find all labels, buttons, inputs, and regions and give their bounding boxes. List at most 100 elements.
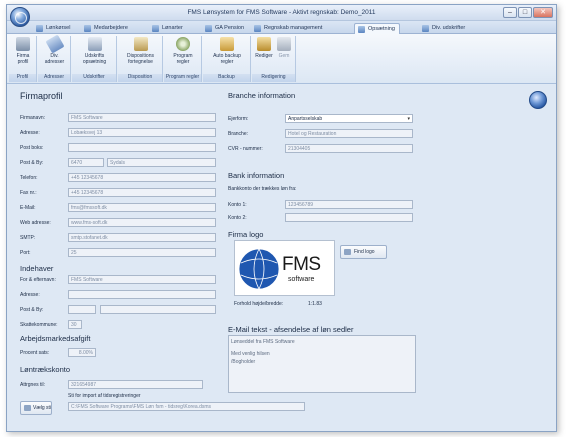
smtp-field[interactable]: smtp.stofanet.dk [68,233,216,242]
payroll-icon [36,25,43,32]
web-label: Web adresse: [20,220,51,226]
branche-field[interactable]: Hotel og Restauration [285,129,413,138]
ribbon: Firma profil Profil Div. adresser Adress… [7,34,556,84]
bank-subtitle: Bankkonto der trækkes løn fra: [228,186,297,192]
close-button[interactable]: ✕ [533,7,553,18]
attrgnes-field[interactable]: 321654987 [68,380,203,389]
rediger-button[interactable]: Rediger [255,37,273,73]
building-icon [16,37,30,51]
smtp-label: SMTP: [20,235,36,241]
postboks-field[interactable] [68,143,216,152]
tab-label: Medarbejdere [94,25,128,31]
firmanavn-field[interactable]: FMS Software [68,113,216,122]
tab-medarbejdere[interactable]: Medarbejdere [81,23,132,34]
button-label: Gem [278,53,290,59]
port-field[interactable]: 25 [68,248,216,257]
ribbon-group-adresser: Div. adresser Adresser [38,34,71,82]
find-logo-button[interactable]: Find logo [340,245,387,259]
button-label: regler [176,59,190,65]
konto1-field[interactable]: 123456789 [285,200,413,209]
firma-profil-button[interactable]: Firma profil [11,37,35,73]
skattekommune-label: Skattekommune: [20,322,58,328]
branche-label: Branche: [228,131,249,137]
gem-button[interactable]: Gem [275,37,293,73]
button-label: Rediger [255,53,273,59]
backup-icon [220,37,234,51]
group-label: Profil [9,74,36,82]
ribbon-group-udskrifter: Udskrifts opsætning Udskrifter [72,36,117,82]
button-label: opsætning [82,59,107,65]
konto2-label: Konto 2: [228,215,247,221]
konto2-field[interactable] [285,213,413,222]
div-adresser-button[interactable]: Div. adresser [40,34,69,73]
tab-label: GA Pension [215,25,245,31]
minimize-button[interactable]: – [503,7,517,18]
navn-field[interactable]: FMS Software [68,275,216,284]
indehaver-postnr-field[interactable] [68,305,96,314]
ratio-value: 1:1.83 [308,301,322,307]
branche-heading: Branche information [228,91,296,100]
chevron-down-icon: ▾ [407,116,410,122]
telefon-field[interactable]: +45 12345678 [68,173,216,182]
tab-regnskab[interactable]: Regnskab management [251,23,326,34]
gears-icon [176,37,190,51]
email-label: E-Mail: [20,205,36,211]
tab-opsaetning[interactable]: Opsætning [354,23,400,34]
import-path-field[interactable]: C:\FMS Software Programs\FMS Løn fsm - t… [68,402,305,411]
postboks-label: Post boks: [20,145,44,151]
ratio-label: Forhold højde/bredde: [234,301,284,307]
tab-loenarter[interactable]: Lønarter [149,23,187,34]
email-text-area[interactable]: Lønseddel fra FMS Software Med venlig hi… [228,335,416,393]
edit-icon [257,37,271,51]
dispositions-fortegnelse-button[interactable]: Dispositions fortegnelse [120,37,161,73]
skattekommune-field[interactable]: 30 [68,320,82,329]
by-field[interactable]: Sydals [107,158,216,167]
button-label: Find logo [354,249,375,255]
auto-backup-regler-button[interactable]: Auto backup regler [207,37,247,73]
indehaver-heading: Indehaver [20,264,54,273]
tab-label: Regnskab management [264,25,323,31]
email-line: /Bogholder [231,359,256,365]
ribbon-group-disposition: Dispositions fortegnelse Disposition [118,36,163,82]
window-title: FMS Lønsystem for FMS Software - Aktivt … [187,9,376,16]
cvr-field[interactable]: 21304405 [285,144,413,153]
settings-icon [358,26,365,33]
ledger-icon [133,37,148,51]
indehaver-by-field[interactable] [100,305,216,314]
button-label: regler [220,59,234,65]
ribbon-group-program-regler: Program regler Program regler [164,36,202,82]
fax-field[interactable]: +45 12345678 [68,188,216,197]
udskrifts-opsaetning-button[interactable]: Udskrifts opsætning [75,37,114,73]
folder-icon [24,405,31,411]
tab-ga-pension[interactable]: GA Pension [202,23,248,34]
email-text-heading: E-Mail tekst - afsendelse af løn sedler [228,325,354,334]
printer-icon [87,37,102,51]
group-label: Udskrifter [72,74,116,82]
procent-sats-field[interactable]: 8.00% [68,348,96,357]
employees-icon [84,25,91,32]
maximize-button[interactable]: □ [518,7,532,18]
bank-heading: Bank information [228,171,285,180]
logo-brand-subtext: software [288,276,315,283]
group-label: Adresser [38,74,70,82]
tab-label: Opsætning [368,26,395,32]
adresse-field[interactable]: Lobæksvej 13 [68,128,216,137]
program-regler-button[interactable]: Program regler [167,37,199,73]
tab-div-udskrifter[interactable]: Div. udskrifter [419,23,469,34]
ejerform-select[interactable]: Anpartsselskab ▾ [285,114,413,123]
tab-loenkoersel[interactable]: Lønkørsel [33,23,74,34]
ejerform-value: Anpartsselskab [288,116,323,122]
postnr-field[interactable]: 6470 [68,158,104,167]
email-line: Lønseddel fra FMS Software [231,339,295,345]
group-label: Disposition [118,74,162,82]
adresse-label: Adresse: [20,130,40,136]
web-field[interactable]: www.fms-soft.dk [68,218,216,227]
ribbon-group-profil: Firma profil Profil [9,36,37,82]
indehaver-adresse-field[interactable] [68,290,216,299]
email-field[interactable]: fms@fmssoft.dk [68,203,216,212]
button-label: Vælg sti [33,405,52,411]
indehaver-adresse-label: Adresse: [20,292,40,298]
vaelg-sti-button[interactable]: Vælg sti [20,401,52,415]
app-menu-orb-icon[interactable] [10,7,30,27]
fax-label: Fax nr.: [20,190,37,196]
